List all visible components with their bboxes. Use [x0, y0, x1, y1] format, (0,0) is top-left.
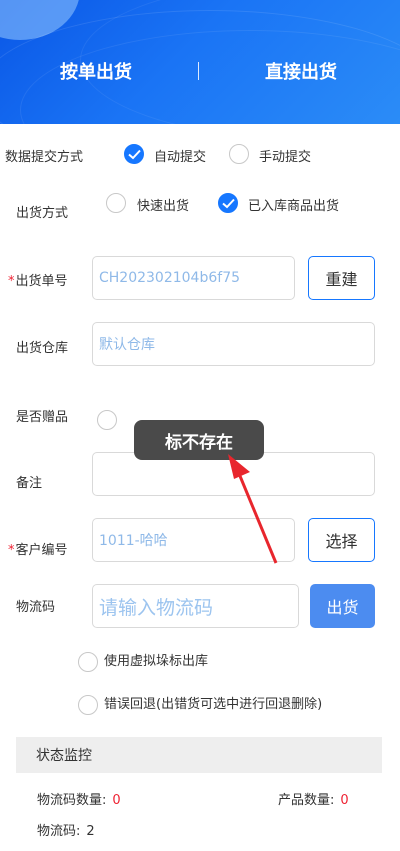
- virtual-label-text: 使用虚拟垛标出库: [104, 654, 209, 669]
- submit-mode-label: 数据提交方式: [5, 150, 84, 165]
- product-count-value: 0: [340, 793, 349, 808]
- order-no-input[interactable]: CH202302104b6f75: [92, 256, 295, 300]
- header-banner: 按单出货 直接出货: [0, 0, 400, 124]
- customer-label: *客户编号: [8, 539, 68, 558]
- logistics-count-value: 0: [112, 793, 121, 808]
- warehouse-select[interactable]: 默认仓库: [92, 322, 375, 366]
- product-count-label: 产品数量:: [278, 793, 335, 808]
- customer-label-text: 客户编号: [15, 543, 68, 558]
- status-monitor-title: 状态监控: [36, 748, 92, 764]
- order-no-label: *出货单号: [8, 270, 68, 289]
- quick-ship-label: 快速出货: [137, 199, 190, 214]
- check-icon: [222, 198, 235, 209]
- product-count-stat: 产品数量: 0: [278, 789, 349, 808]
- gift-label: 是否赠品: [16, 410, 69, 425]
- auto-submit-label: 自动提交: [154, 150, 207, 165]
- remark-label: 备注: [16, 476, 43, 491]
- stocked-ship-label: 已入库商品出货: [248, 199, 340, 214]
- logistics-input[interactable]: 请输入物流码: [92, 584, 299, 628]
- select-customer-button[interactable]: 选择: [308, 518, 375, 562]
- annotation-arrow-icon: [228, 454, 278, 564]
- ship-mode-label: 出货方式: [16, 206, 69, 221]
- tab-direct-shipping[interactable]: 直接出货: [211, 58, 391, 84]
- logistics-label: 物流码: [16, 600, 56, 615]
- virtual-label-checkbox[interactable]: [78, 652, 98, 672]
- quick-ship-radio[interactable]: [106, 193, 126, 213]
- auto-submit-radio[interactable]: [124, 144, 144, 164]
- required-mark: *: [8, 274, 15, 289]
- tab-order-shipping[interactable]: 按单出货: [6, 58, 186, 84]
- gift-checkbox[interactable]: [97, 410, 117, 430]
- rebuild-button[interactable]: 重建: [308, 256, 375, 300]
- warehouse-label: 出货仓库: [16, 341, 69, 356]
- logistics-code-label: 物流码:: [37, 824, 81, 839]
- order-no-label-text: 出货单号: [15, 274, 68, 289]
- check-icon: [128, 149, 141, 160]
- logistics-count-stat: 物流码数量: 0: [37, 789, 121, 808]
- logistics-code-stat: 物流码: 2: [37, 820, 95, 839]
- manual-submit-radio[interactable]: [229, 144, 249, 164]
- status-monitor-header: 状态监控: [16, 737, 382, 773]
- rollback-text: 错误回退(出错货可选中进行回退删除): [104, 697, 323, 712]
- required-mark: *: [8, 543, 15, 558]
- tab-divider: [198, 62, 199, 80]
- logistics-count-label: 物流码数量:: [37, 793, 107, 808]
- manual-submit-label: 手动提交: [259, 150, 312, 165]
- logistics-code-value: 2: [86, 824, 95, 839]
- rollback-checkbox[interactable]: [78, 695, 98, 715]
- stocked-ship-radio[interactable]: [218, 193, 238, 213]
- ship-button[interactable]: 出货: [310, 584, 375, 628]
